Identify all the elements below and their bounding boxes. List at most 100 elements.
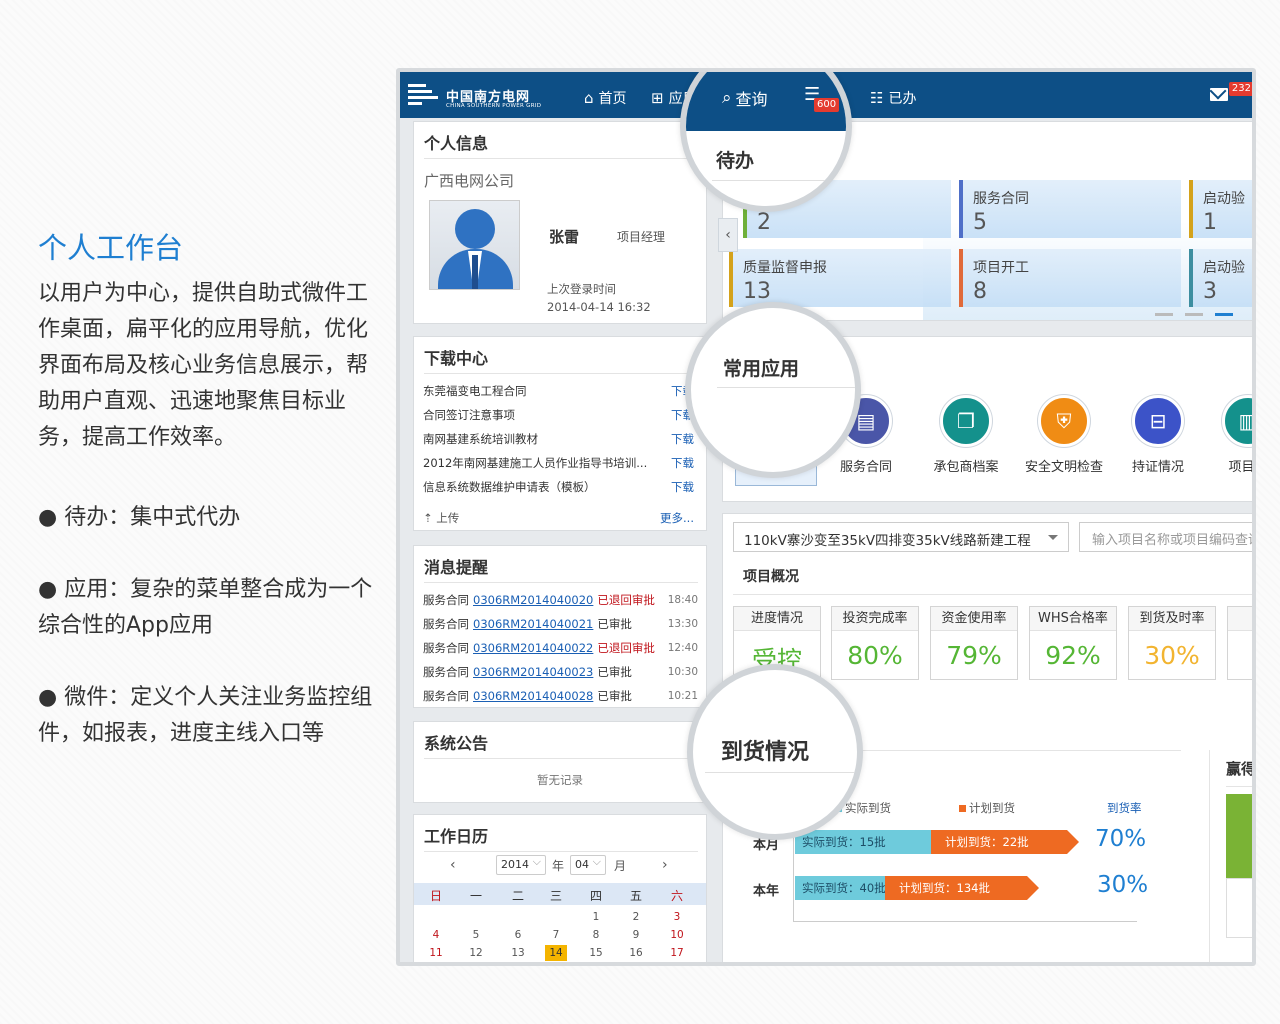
app-tile[interactable]: ▥ 项目纪 bbox=[1203, 395, 1256, 475]
calendar-day[interactable]: 13 bbox=[503, 945, 533, 961]
divider bbox=[717, 387, 855, 388]
project-select[interactable]: 110kV寨沙变至35kV四排变35kV线路新建工程 bbox=[733, 522, 1069, 552]
app-icon-circle: ❐ bbox=[940, 395, 992, 447]
message-time: 12:40 bbox=[667, 642, 698, 654]
metric-card[interactable]: 造 bbox=[1227, 606, 1252, 680]
clipboard-icon: ▥ bbox=[1238, 409, 1256, 433]
calendar-day[interactable]: 12 bbox=[461, 945, 491, 961]
side-widget: 赢得 bbox=[1209, 750, 1252, 962]
message-row[interactable]: 服务合同 0306RM2014040020 已退回审批 18:40 bbox=[423, 592, 698, 608]
arrival-title: 到货情况 bbox=[721, 740, 810, 765]
upload-button[interactable]: ⇡ 上传 bbox=[423, 510, 459, 526]
metric-label: WHS合格率 bbox=[1030, 607, 1116, 631]
next-month-icon[interactable]: › bbox=[662, 857, 668, 873]
calendar-day[interactable]: 2 bbox=[621, 909, 651, 925]
download-link[interactable]: 下载 bbox=[671, 431, 694, 447]
nav-done-label: 已办 bbox=[888, 91, 917, 107]
download-name: 南网基建系统培训教材 bbox=[423, 432, 538, 446]
message-code-link[interactable]: 0306RM2014040023 bbox=[473, 665, 593, 679]
list-item[interactable]: 东莞福变电工程合同 下载 bbox=[423, 383, 694, 399]
todo-card[interactable]: 项目开工 8 bbox=[959, 249, 1181, 307]
carousel-dot[interactable] bbox=[1185, 313, 1203, 316]
todo-card[interactable]: 启动验 3 bbox=[1189, 249, 1252, 307]
calendar-title: 工作日历 bbox=[424, 827, 489, 846]
list-item[interactable]: 南网基建系统培训教材 下载 bbox=[423, 431, 694, 447]
todo-card-label: 启动验 bbox=[1203, 260, 1245, 276]
download-link[interactable]: 下载 bbox=[671, 479, 694, 495]
todo-card[interactable]: 服务合同 5 bbox=[959, 180, 1181, 238]
checklist-icon: ☷ bbox=[870, 88, 884, 107]
calendar-day[interactable]: 10 bbox=[662, 927, 692, 943]
nav-home[interactable]: ⌂ 首页 bbox=[584, 88, 627, 108]
todo-card[interactable]: 启动验 1 bbox=[1189, 180, 1252, 238]
app-tile[interactable]: ❐ 承包商档案 bbox=[921, 395, 1011, 475]
message-code-link[interactable]: 0306RM2014040022 bbox=[473, 641, 593, 655]
download-name: 合同签订注意事项 bbox=[423, 408, 515, 422]
message-row[interactable]: 服务合同 0306RM2014040022 已退回审批 12:40 bbox=[423, 640, 698, 656]
metric-card[interactable]: 投资完成率 80% bbox=[831, 606, 919, 680]
todo-card-label: 项目开工 bbox=[973, 260, 1029, 276]
calendar-day[interactable]: 1 bbox=[581, 909, 611, 925]
collapse-arrow-icon[interactable]: ‹ bbox=[718, 218, 738, 252]
nav-query[interactable]: ⌕ 查询 bbox=[722, 86, 768, 110]
calendar-day[interactable]: 7 bbox=[541, 927, 571, 943]
metric-label: 到货及时率 bbox=[1129, 607, 1215, 631]
app-window: 中国南方电网 CHINA SOUTHERN POWER GRID ⌂ 首页 ⊞ … bbox=[396, 68, 1256, 966]
message-code-link[interactable]: 0306RM2014040020 bbox=[473, 593, 593, 607]
calendar-day[interactable]: 15 bbox=[581, 945, 611, 961]
todo-card-count: 8 bbox=[973, 279, 987, 304]
app-tile[interactable]: ⊟ 持证情况 bbox=[1113, 395, 1203, 475]
prev-month-icon[interactable]: ‹ bbox=[450, 857, 456, 873]
more-link[interactable]: 更多... bbox=[660, 510, 694, 526]
message-status: 已退回审批 bbox=[597, 593, 655, 607]
list-item[interactable]: 信息系统数据维护申请表（模板） 下载 bbox=[423, 479, 694, 495]
message-row[interactable]: 服务合同 0306RM2014040021 已审批 13:30 bbox=[423, 616, 698, 632]
divider bbox=[733, 594, 1252, 595]
project-search-input[interactable]: 输入项目名称或项目编码查询 bbox=[1079, 522, 1252, 552]
month-select[interactable]: 04 bbox=[570, 855, 606, 875]
message-code-link[interactable]: 0306RM2014040028 bbox=[473, 689, 593, 703]
bar-actual: 实际到货：15批 bbox=[795, 830, 931, 854]
message-code-link[interactable]: 0306RM2014040021 bbox=[473, 617, 593, 631]
message-row[interactable]: 服务合同 0306RM2014040028 已审批 10:21 bbox=[423, 688, 698, 704]
calendar-day[interactable]: 5 bbox=[461, 927, 491, 943]
year-select[interactable]: 2014 bbox=[496, 855, 546, 875]
list-item[interactable]: 2012年南网基建施工人员作业指导书培训... 下载 bbox=[423, 455, 694, 471]
calendar-day[interactable]: 6 bbox=[503, 927, 533, 943]
overview-title: 项目概况 bbox=[743, 569, 799, 585]
app-label: 安全文明检查 bbox=[1024, 460, 1103, 475]
app-label: 持证情况 bbox=[1131, 460, 1184, 475]
calendar-day[interactable]: 16 bbox=[621, 945, 651, 961]
app-tile[interactable]: ⛨ 安全文明检查 bbox=[1019, 395, 1109, 475]
nav-done[interactable]: ☷ 已办 bbox=[870, 88, 916, 108]
metric-value: 92% bbox=[1045, 641, 1101, 670]
legend-rate: 到货率 bbox=[1107, 801, 1142, 815]
calendar-day[interactable]: 4 bbox=[421, 927, 451, 943]
todo-card-accent bbox=[1189, 180, 1193, 238]
calendar-day[interactable]: 11 bbox=[421, 945, 451, 961]
metric-value: 80% bbox=[847, 641, 903, 670]
message-status: 已审批 bbox=[597, 689, 632, 703]
calendar-day[interactable]: 9 bbox=[621, 927, 651, 943]
calendar-day[interactable]: 8 bbox=[581, 927, 611, 943]
month-label: 月 bbox=[614, 859, 627, 873]
carousel-dot[interactable] bbox=[1155, 313, 1173, 316]
download-link[interactable]: 下载 bbox=[671, 455, 694, 471]
todo-card-count: 2 bbox=[757, 210, 771, 235]
message-time: 18:40 bbox=[667, 594, 698, 606]
list-item[interactable]: 合同签订注意事项 下载 bbox=[423, 407, 694, 423]
todo-card-accent bbox=[1189, 249, 1193, 307]
metric-card[interactable]: 资金使用率 79% bbox=[930, 606, 1018, 680]
calendar-day[interactable]: 17 bbox=[662, 945, 692, 961]
metric-card[interactable]: WHS合格率 92% bbox=[1029, 606, 1117, 680]
carousel-dot-active[interactable] bbox=[1215, 313, 1233, 316]
magnifier-arrival: 到货情况 bbox=[687, 664, 863, 840]
message-row[interactable]: 服务合同 0306RM2014040023 已审批 10:30 bbox=[423, 664, 698, 680]
mail-icon[interactable] bbox=[1210, 88, 1228, 101]
metric-card[interactable]: 到货及时率 30% bbox=[1128, 606, 1216, 680]
message-type: 服务合同 bbox=[423, 689, 469, 703]
todo-card[interactable]: 质量监督申报 13 bbox=[729, 249, 951, 307]
intro-bullet-widgets: ● 微件：定义个人关注业务监控组件，如报表，进度主线入口等 bbox=[38, 685, 373, 746]
calendar-day[interactable]: 3 bbox=[662, 909, 692, 925]
calendar-day-today[interactable]: 14 bbox=[545, 945, 567, 961]
